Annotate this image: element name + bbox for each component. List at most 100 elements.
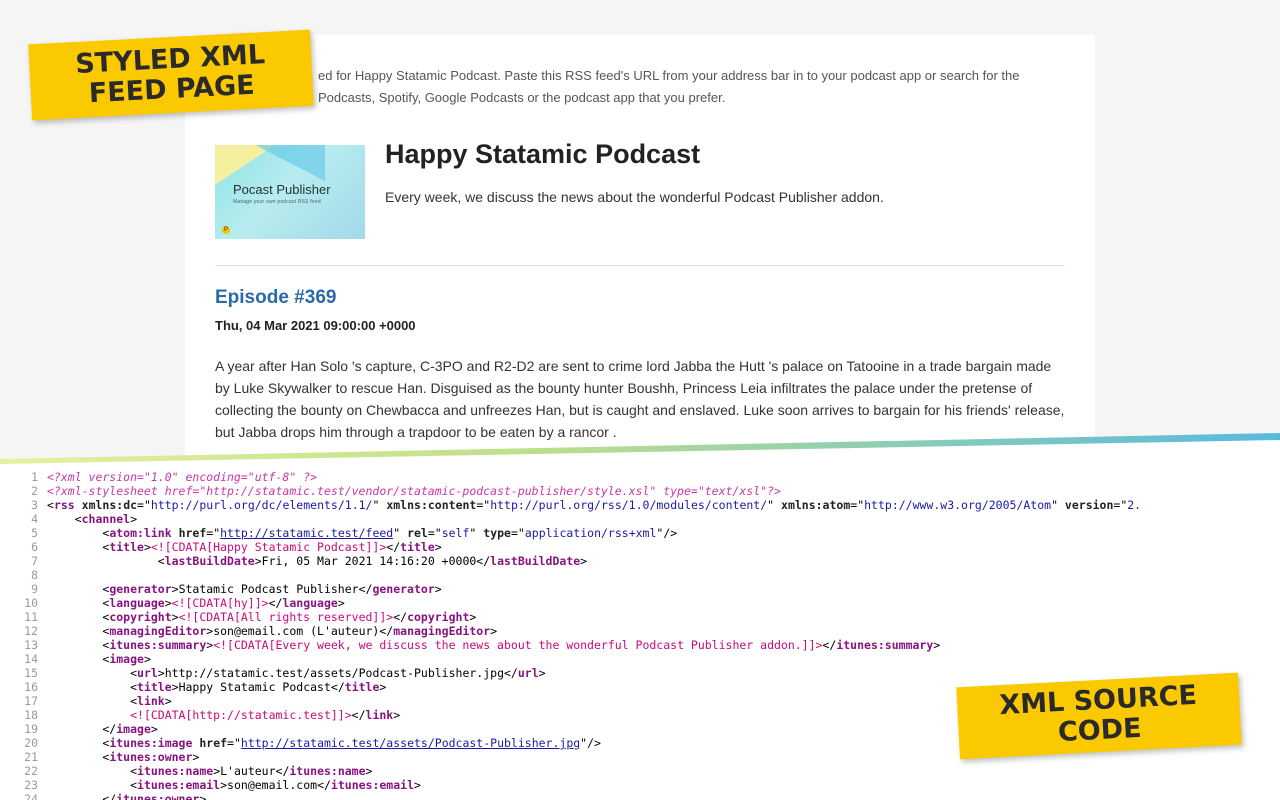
xml-tag: language — [109, 596, 165, 610]
image-url-link[interactable]: http://statamic.test/assets/Podcast-Publ… — [241, 736, 580, 750]
code-line: 22 <itunes:name>L'auteur</itunes:name> — [0, 764, 372, 778]
code-line: 14 <image> — [0, 652, 151, 666]
xml-tag: title — [400, 540, 435, 554]
episode-description: A year after Han Solo 's capture, C-3PO … — [215, 358, 1065, 440]
xml-tag: managingEditor — [393, 624, 491, 638]
line-number: 2 — [31, 484, 38, 498]
code-line: 20 <itunes:image href="http://statamic.t… — [0, 736, 601, 750]
line-number: 18 — [24, 708, 38, 722]
feed-card: ed for Happy Statamic Podcast. Paste thi… — [185, 35, 1095, 470]
line-number: 20 — [24, 736, 38, 750]
code-line: 2 <?xml-stylesheet href="http://statamic.… — [0, 484, 781, 498]
xml-text: http://statamic.test/assets/Podcast-Publ… — [164, 666, 504, 680]
xml-attribute: xmlns:atom — [781, 498, 851, 512]
xml-value: http://purl.org/dc/elements/1.1/ — [150, 498, 373, 512]
podcast-description: Every week, we discuss the news about th… — [385, 189, 884, 205]
xml-tag: itunes:email — [137, 778, 221, 792]
xml-attribute: rel — [407, 526, 428, 540]
xml-declaration: <?xml version="1.0" encoding="utf-8" ?> — [47, 470, 318, 484]
xml-tag: lastBuildDate — [490, 554, 581, 568]
line-number: 7 — [31, 554, 38, 568]
podcast-title: Happy Statamic Podcast — [385, 139, 701, 169]
xml-tag: itunes:summary — [109, 638, 207, 652]
xml-attribute: href — [199, 736, 228, 750]
xml-tag: language — [282, 596, 338, 610]
xml-tag: copyright — [407, 610, 470, 624]
xml-tag: itunes:summary — [836, 638, 934, 652]
xml-source-code-label: XML SOURCE CODE — [956, 672, 1242, 760]
code-line: 8 — [0, 568, 47, 582]
xml-tag: atom:link — [109, 526, 172, 540]
xml-cdata: <![CDATA[hy]]> — [171, 596, 269, 610]
line-number: 21 — [24, 750, 38, 764]
xml-tag: itunes:name — [137, 764, 214, 778]
line-number: 3 — [31, 498, 38, 512]
line-number: 22 — [24, 764, 38, 778]
code-line: 21 <itunes:owner> — [0, 750, 199, 764]
code-line: 9 <generator>Statamic Podcast Publisher<… — [0, 582, 442, 596]
xml-tag: generator — [109, 582, 172, 596]
xml-value: self — [441, 526, 470, 540]
xml-tag: itunes:email — [330, 778, 415, 792]
xml-text: Statamic Podcast Publisher — [178, 582, 359, 596]
xml-tag: link — [365, 708, 394, 722]
xml-attribute: xmlns:content — [386, 498, 477, 512]
feed-url-link[interactable]: http://statamic.test/feed — [220, 526, 393, 540]
xml-tag: url — [137, 666, 158, 680]
code-line: 16 <title>Happy Statamic Podcast</title> — [0, 680, 386, 694]
xml-text: L'auteur — [220, 764, 276, 778]
line-number: 24 — [24, 792, 38, 800]
xml-value: 2. — [1127, 498, 1142, 512]
xml-attribute: type — [483, 526, 511, 540]
line-number: 15 — [24, 666, 38, 680]
line-number: 4 — [31, 512, 38, 526]
xml-stylesheet-instruction: <?xml-stylesheet href="http://statamic.t… — [47, 484, 781, 498]
code-line: 18 <![CDATA[http://statamic.test]]></lin… — [0, 708, 400, 722]
code-line: 17 <link> — [0, 694, 172, 708]
xml-tag: image — [109, 652, 144, 666]
line-number: 9 — [31, 582, 38, 596]
xml-cdata: <![CDATA[All rights reserved]]> — [178, 610, 394, 624]
code-line: 7 <lastBuildDate>Fri, 05 Mar 2021 14:16:… — [0, 554, 587, 568]
line-number: 19 — [24, 722, 38, 736]
code-line: 15 <url>http://statamic.test/assets/Podc… — [0, 666, 545, 680]
styled-feed-page-label: STYLED XML FEED PAGE — [28, 29, 314, 121]
line-number: 6 — [31, 540, 38, 554]
xml-tag: url — [517, 666, 539, 680]
line-number: 5 — [31, 526, 38, 540]
cover-decoration — [255, 145, 325, 181]
code-line: 3 <rss xmlns:dc="http://purl.org/dc/eleme… — [0, 498, 1141, 512]
xml-value: http://purl.org/rss/1.0/modules/content/ — [490, 498, 768, 512]
xml-text: Happy Statamic Podcast — [178, 680, 331, 694]
code-line: 11 <copyright><![CDATA[All rights reserv… — [0, 610, 476, 624]
code-line: 24 </itunes:owner> — [0, 792, 206, 800]
episode-date: Thu, 04 Mar 2021 09:00:00 +0000 — [215, 318, 416, 333]
publisher-logo-icon: P — [222, 226, 230, 234]
code-line: 13 <itunes:summary><![CDATA[Every week, … — [0, 638, 940, 652]
xml-tag: rss — [53, 498, 75, 512]
code-line: 1 <?xml version="1.0" encoding="utf-8" ?> — [0, 470, 317, 484]
xml-tag: itunes:name — [289, 764, 366, 778]
divider — [215, 265, 1065, 266]
xml-tag: copyright — [109, 610, 172, 624]
line-number: 16 — [24, 680, 38, 694]
xml-value: http://www.w3.org/2005/Atom — [864, 498, 1052, 512]
feed-intro-line-1: ed for Happy Statamic Podcast. Paste thi… — [318, 68, 1020, 83]
feed-intro-line-2: Podcasts, Spotify, Google Podcasts or th… — [318, 90, 726, 105]
xml-tag: itunes:owner — [109, 750, 193, 764]
line-number: 10 — [24, 596, 38, 610]
xml-attribute: version — [1064, 498, 1114, 512]
xml-tag: image — [116, 722, 151, 736]
xml-tag: generator — [372, 582, 435, 596]
episode-title-link[interactable]: Episode #369 — [215, 287, 336, 309]
xml-tag: managingEditor — [109, 624, 207, 638]
line-number: 8 — [31, 568, 38, 582]
code-line: 5 <atom:link href="http://statamic.test/… — [0, 526, 677, 540]
podcast-cover-image: Pocast Publisher Manage your own podcast… — [215, 145, 365, 239]
xml-tag: title — [344, 680, 380, 694]
xml-cdata: <![CDATA[Every week, we discuss the news… — [213, 638, 823, 652]
line-number: 14 — [24, 652, 38, 666]
line-number: 17 — [24, 694, 38, 708]
xml-cdata: <![CDATA[http://statamic.test]]> — [130, 708, 352, 722]
code-line: 19 </image> — [0, 722, 158, 736]
